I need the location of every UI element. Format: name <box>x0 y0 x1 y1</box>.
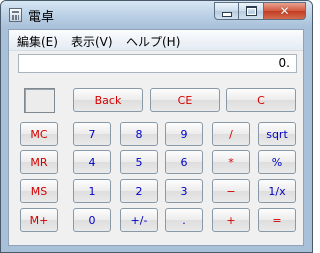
back-button[interactable]: Back <box>73 88 143 112</box>
memory-add-button[interactable]: M+ <box>20 208 58 232</box>
digit-7-button[interactable]: 7 <box>73 122 111 146</box>
calculator-body: 編集(E) 表示(V) ヘルプ(H) 0. Back CE C MC 7 8 9… <box>8 29 304 246</box>
result-display: 0. <box>18 54 297 73</box>
memory-clear-button[interactable]: MC <box>20 122 58 146</box>
subtract-button[interactable]: − <box>212 179 250 203</box>
reciprocal-button[interactable]: 1/x <box>258 179 296 203</box>
digit-4-button[interactable]: 4 <box>73 150 111 174</box>
menu-view[interactable]: 表示(V) <box>71 33 113 50</box>
digit-1-button[interactable]: 1 <box>73 179 111 203</box>
percent-button[interactable]: % <box>258 150 296 174</box>
digit-5-button[interactable]: 5 <box>120 150 158 174</box>
maximize-icon <box>245 6 257 16</box>
minimize-button[interactable] <box>214 2 239 20</box>
digit-8-button[interactable]: 8 <box>120 122 158 146</box>
memory-recall-button[interactable]: MR <box>20 150 58 174</box>
digit-0-button[interactable]: 0 <box>73 208 111 232</box>
memory-indicator <box>24 88 55 113</box>
close-icon: ✕ <box>279 4 290 18</box>
sign-toggle-button[interactable]: +/- <box>120 208 158 232</box>
calculator-icon <box>9 8 22 22</box>
clear-entry-button[interactable]: CE <box>150 88 220 112</box>
calculator-window: 電卓 ✕ 編集(E) 表示(V) ヘルプ(H) 0. Back CE C MC … <box>0 0 313 253</box>
menu-edit[interactable]: 編集(E) <box>17 33 58 50</box>
multiply-button[interactable]: * <box>212 150 250 174</box>
divide-button[interactable]: / <box>212 122 250 146</box>
close-button[interactable]: ✕ <box>264 2 306 20</box>
clear-button[interactable]: C <box>226 88 296 112</box>
digit-2-button[interactable]: 2 <box>120 179 158 203</box>
menu-help[interactable]: ヘルプ(H) <box>126 33 180 50</box>
maximize-button[interactable] <box>239 2 264 20</box>
window-controls: ✕ <box>214 2 306 21</box>
title-bar[interactable]: 電卓 ✕ <box>1 1 312 29</box>
memory-store-button[interactable]: MS <box>20 179 58 203</box>
minimize-icon <box>221 11 232 17</box>
menu-bar: 編集(E) 表示(V) ヘルプ(H) <box>9 30 303 51</box>
equals-button[interactable]: = <box>258 208 296 232</box>
digit-3-button[interactable]: 3 <box>165 179 203 203</box>
digit-9-button[interactable]: 9 <box>165 122 203 146</box>
digit-6-button[interactable]: 6 <box>165 150 203 174</box>
window-title: 電卓 <box>28 10 55 25</box>
add-button[interactable]: + <box>212 208 250 232</box>
decimal-point-button[interactable]: . <box>165 208 203 232</box>
sqrt-button[interactable]: sqrt <box>258 122 296 146</box>
